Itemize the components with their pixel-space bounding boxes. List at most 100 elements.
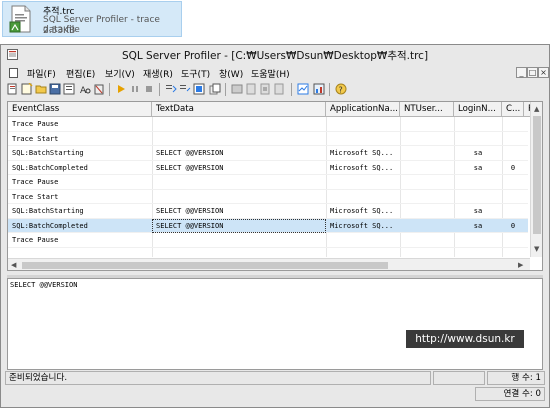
title-bar[interactable]: SQL Server Profiler - [C:₩Users₩Dsun₩Des… — [1, 45, 549, 64]
status-row-count: 행 수: 1 — [487, 371, 545, 385]
cell-applicationname — [326, 190, 400, 204]
cell-applicationname: Microsoft SQ... — [330, 149, 394, 157]
watermark: http://www.dsun.kr — [406, 330, 524, 348]
menu-tools[interactable]: 도구(T) — [181, 67, 210, 80]
previous-bookmark-icon[interactable] — [273, 83, 285, 95]
text-data-pane[interactable]: SELECT @@VERSION — [7, 278, 543, 370]
cell-eventclass: SQL:BatchCompleted — [12, 163, 88, 172]
trace-file-tile[interactable]: 추적.trc SQL Server Profiler - trace data … — [2, 1, 182, 37]
cell-ntusername — [400, 132, 454, 146]
step-icon[interactable] — [165, 83, 177, 95]
activity-monitor-icon[interactable] — [297, 83, 309, 95]
cell-ntusername — [400, 190, 454, 204]
cell-textdata — [152, 233, 326, 247]
cell-applicationname — [326, 233, 400, 247]
trace-file-icon — [9, 5, 31, 33]
profiler-window: SQL Server Profiler - [C:₩Users₩Dsun₩Des… — [0, 44, 550, 408]
scroll-up-icon[interactable]: ▲ — [534, 104, 539, 114]
cell-cpu: 0 — [510, 163, 516, 172]
cell-eventclass: Trace Pause — [12, 120, 59, 128]
menu-replay[interactable]: 재생(R) — [143, 67, 173, 80]
column-header-ntusername[interactable]: NTUser... — [400, 102, 454, 117]
cell-eventclass: Trace Start — [12, 192, 59, 201]
column-header-textdata[interactable]: TextData — [152, 102, 326, 117]
find-icon[interactable]: A — [79, 83, 91, 95]
help-icon[interactable]: ? — [335, 83, 347, 95]
cell-cpu — [502, 175, 524, 189]
column-header-cpu[interactable]: C... — [502, 102, 524, 117]
table-row[interactable]: SQL:BatchStarting SELECT @@VERSION Microso… — [8, 204, 528, 219]
new-trace-icon[interactable] — [7, 83, 19, 95]
scroll-right-icon[interactable]: ▶ — [518, 260, 523, 270]
vertical-scrollbar[interactable]: ▲ ▼ — [530, 102, 542, 257]
cell-loginname: sa — [473, 163, 483, 172]
stop-icon[interactable] — [143, 83, 155, 95]
toolbar: A ? — [3, 82, 547, 98]
vertical-scroll-thumb[interactable] — [533, 116, 541, 234]
table-row[interactable]: Trace Pause — [8, 233, 528, 248]
save-icon[interactable] — [49, 83, 61, 95]
horizontal-scroll-thumb[interactable] — [22, 262, 388, 269]
toggle-bookmark-icon[interactable] — [245, 83, 257, 95]
cell-loginname: sa — [473, 207, 483, 215]
mdi-restore-button[interactable]: □ — [527, 67, 538, 78]
cell-cpu — [502, 190, 524, 204]
cell-eventclass: Trace Pause — [12, 178, 59, 186]
cell-ntusername — [400, 146, 454, 160]
window-title: SQL Server Profiler - [C:₩Users₩Dsun₩Des… — [121, 50, 429, 62]
menu-help[interactable]: 도움말(H) — [251, 67, 290, 80]
cell-ntusername — [400, 117, 454, 131]
open-folder-icon[interactable] — [35, 83, 47, 95]
template-properties-icon[interactable] — [209, 83, 221, 95]
focused-cell — [152, 218, 326, 233]
cell-applicationname: Microsoft SQ... — [330, 221, 394, 230]
menu-edit[interactable]: 편집(E) — [66, 67, 95, 80]
cell-textdata: SELECT @@VERSION — [156, 163, 224, 172]
cell-loginname: sa — [473, 149, 483, 157]
document-icon[interactable] — [9, 68, 18, 78]
performance-monitor-icon[interactable] — [313, 83, 325, 95]
table-row[interactable]: Trace Start — [8, 190, 528, 204]
mdi-close-button[interactable]: × — [538, 67, 549, 78]
cell-eventclass: Trace Pause — [12, 236, 59, 244]
auto-scroll-icon[interactable] — [193, 83, 205, 95]
column-header-loginname[interactable]: LoginN... — [454, 102, 502, 117]
scroll-left-icon[interactable]: ◀ — [11, 260, 16, 270]
table-row[interactable]: SQL:BatchCompleted SELECT @@VERSION Micros… — [8, 161, 528, 175]
run-icon[interactable] — [115, 83, 127, 95]
status-ready: 준비되었습니다. — [5, 371, 431, 385]
menu-window[interactable]: 창(W) — [219, 67, 243, 80]
cell-eventclass: SQL:BatchCompleted — [12, 221, 88, 230]
cell-applicationname — [326, 132, 400, 146]
cell-textdata — [152, 132, 326, 146]
cell-eventclass: SQL:BatchStarting — [12, 207, 84, 215]
text-data-content: SELECT @@VERSION — [10, 281, 78, 289]
cell-cpu: 0 — [510, 221, 516, 230]
toolbar-separator — [329, 83, 330, 96]
column-header-applicationname[interactable]: ApplicationNa... — [326, 102, 400, 117]
database-tuning-icon[interactable] — [231, 83, 243, 95]
clear-trace-icon[interactable] — [93, 83, 105, 95]
table-row[interactable]: SQL:BatchStarting SELECT @@VERSION Microso… — [8, 146, 528, 161]
cell-textdata — [152, 175, 326, 189]
menu-file[interactable]: 파일(F) — [27, 67, 56, 80]
next-bookmark-icon[interactable] — [259, 83, 271, 95]
table-row[interactable]: Trace Pause — [8, 175, 528, 190]
table-row[interactable]: Trace Pause — [8, 117, 528, 132]
run-to-cursor-icon[interactable] — [179, 83, 191, 95]
cell-loginname: sa — [473, 221, 483, 230]
pause-icon[interactable] — [129, 83, 141, 95]
properties-icon[interactable] — [63, 83, 75, 95]
horizontal-scrollbar[interactable]: ◀ ▶ — [8, 258, 530, 270]
new-template-icon[interactable] — [21, 83, 33, 95]
scroll-down-icon[interactable]: ▼ — [534, 244, 539, 254]
trace-grid[interactable]: EventClass TextData ApplicationNa... NTU… — [7, 101, 543, 271]
status-connections: 연결 수: 0 — [475, 387, 545, 401]
mdi-minimize-button[interactable]: _ — [516, 67, 527, 78]
toolbar-separator — [225, 83, 226, 96]
menu-view[interactable]: 보기(V) — [105, 67, 135, 80]
cell-loginname — [454, 175, 502, 189]
menu-bar: 파일(F) 편집(E) 보기(V) 재생(R) 도구(T) 창(W) 도움말(H… — [3, 66, 549, 81]
table-row[interactable]: Trace Start — [8, 132, 528, 146]
column-header-eventclass[interactable]: EventClass — [8, 102, 152, 117]
